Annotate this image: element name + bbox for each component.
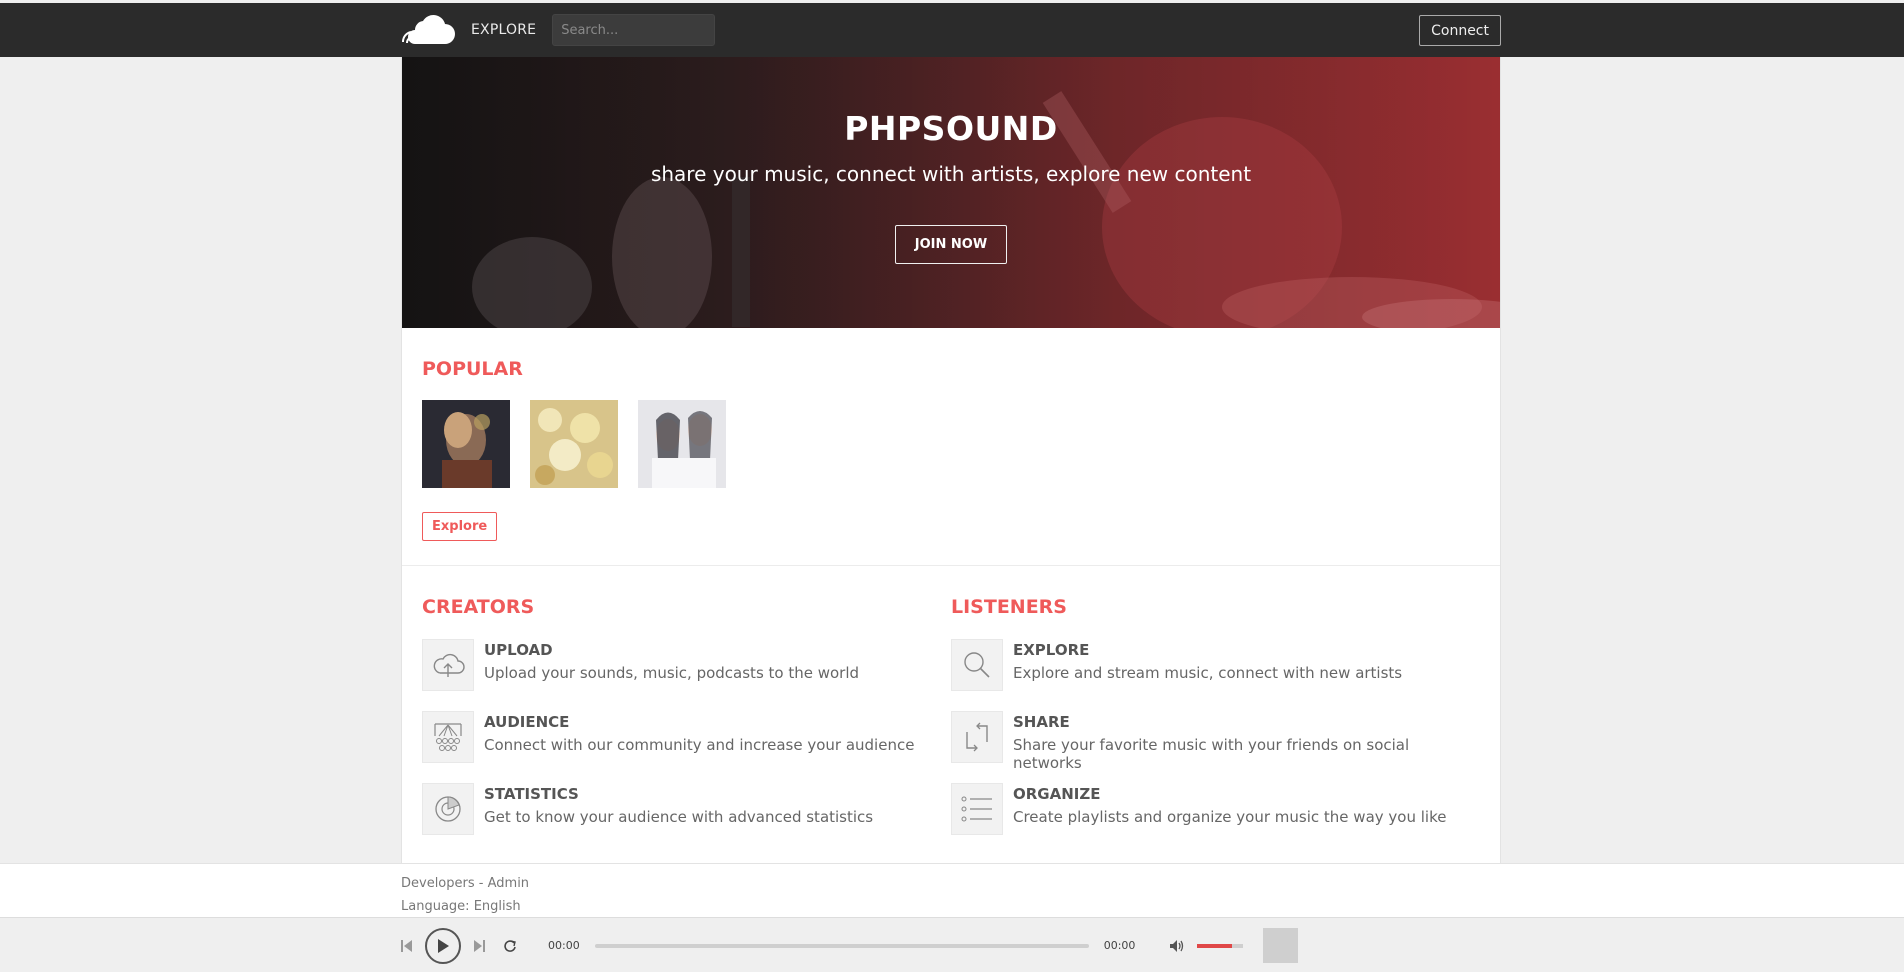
main-container: PHPSOUND share your music, connect with …: [401, 57, 1501, 863]
feature-organize: ORGANIZE Create playlists and organize y…: [951, 783, 1480, 835]
feature-statistics: STATISTICS Get to know your audience wit…: [422, 783, 951, 835]
volume-slider[interactable]: [1197, 943, 1244, 948]
feature-upload: UPLOAD Upload your sounds, music, podcas…: [422, 639, 951, 691]
track-artwork: [1263, 928, 1299, 963]
list-icon: [951, 783, 1003, 835]
language-value: English: [473, 899, 521, 914]
explore-button[interactable]: Explore: [422, 512, 498, 541]
language-selector[interactable]: Language: English: [401, 895, 529, 918]
hero-subtitle: share your music, connect with artists, …: [650, 162, 1252, 186]
creators-title: CREATORS: [422, 596, 535, 618]
cloud-logo-icon[interactable]: [401, 10, 457, 50]
developers-link[interactable]: Developers: [401, 876, 475, 891]
volume-icon[interactable]: [1169, 939, 1185, 953]
feature-explore: EXPLORE Explore and stream music, connec…: [951, 639, 1480, 691]
feature-title: SHARE: [1013, 713, 1070, 731]
play-button[interactable]: [425, 927, 461, 964]
listeners-title: LISTENERS: [951, 596, 1067, 618]
feature-title: ORGANIZE: [1013, 785, 1101, 803]
volume-level: [1197, 943, 1232, 948]
features-section: CREATORS UPLOAD Upload your sounds, musi…: [402, 566, 1500, 835]
top-navbar: EXPLORE Connect: [0, 3, 1904, 57]
listeners-column: LISTENERS EXPLORE Explore and stream mus…: [951, 596, 1480, 835]
popular-track-thumbnail[interactable]: [422, 400, 510, 488]
feature-share: SHARE Share your favorite music with you…: [951, 711, 1480, 772]
hero-background-image: [402, 57, 1500, 328]
connect-button[interactable]: Connect: [1419, 15, 1501, 46]
next-track-icon[interactable]: [473, 939, 485, 953]
play-icon: [438, 938, 449, 953]
feature-title: EXPLORE: [1013, 641, 1090, 659]
feature-audience: AUDIENCE Connect with our community and …: [422, 711, 951, 763]
search-icon: [951, 639, 1003, 691]
creators-column: CREATORS UPLOAD Upload your sounds, musi…: [422, 596, 951, 835]
hero-title: PHPSOUND: [844, 109, 1058, 148]
admin-link[interactable]: Admin: [488, 876, 529, 891]
share-icon: [951, 711, 1003, 763]
feature-title: AUDIENCE: [484, 713, 570, 731]
cloud-upload-icon: [422, 639, 474, 691]
language-label: Language:: [401, 899, 470, 914]
current-time: 00:00: [548, 939, 580, 952]
statistics-icon: [422, 783, 474, 835]
feature-title: UPLOAD: [484, 641, 553, 659]
seek-bar[interactable]: [594, 943, 1089, 948]
popular-track-thumbnail[interactable]: [530, 400, 618, 488]
feature-description: Get to know your audience with advanced …: [484, 808, 874, 826]
feature-description: Upload your sounds, music, podcasts to t…: [484, 664, 860, 682]
join-now-button[interactable]: JOIN NOW: [894, 225, 1008, 264]
repeat-icon[interactable]: [503, 939, 517, 953]
footer: Developers - Admin Language: English: [0, 863, 1904, 917]
previous-track-icon[interactable]: [401, 939, 413, 953]
feature-title: STATISTICS: [484, 785, 579, 803]
search-input[interactable]: [552, 14, 716, 46]
audience-icon: [422, 711, 474, 763]
hero-banner: PHPSOUND share your music, connect with …: [402, 57, 1500, 328]
feature-description: Connect with our community and increase …: [484, 736, 915, 754]
audio-player: 00:00 00:00: [0, 917, 1904, 972]
popular-track-thumbnail[interactable]: [638, 400, 726, 488]
feature-description: Share your favorite music with your frie…: [1013, 736, 1410, 772]
popular-section: POPULAR Explore: [402, 328, 1500, 566]
popular-title: POPULAR: [422, 358, 523, 380]
feature-description: Explore and stream music, connect with n…: [1013, 664, 1403, 682]
duration-time: 00:00: [1103, 939, 1136, 952]
footer-separator: -: [474, 876, 488, 891]
nav-explore-link[interactable]: EXPLORE: [471, 22, 536, 38]
feature-description: Create playlists and organize your music…: [1013, 808, 1447, 826]
popular-thumbnails: [422, 400, 1480, 488]
